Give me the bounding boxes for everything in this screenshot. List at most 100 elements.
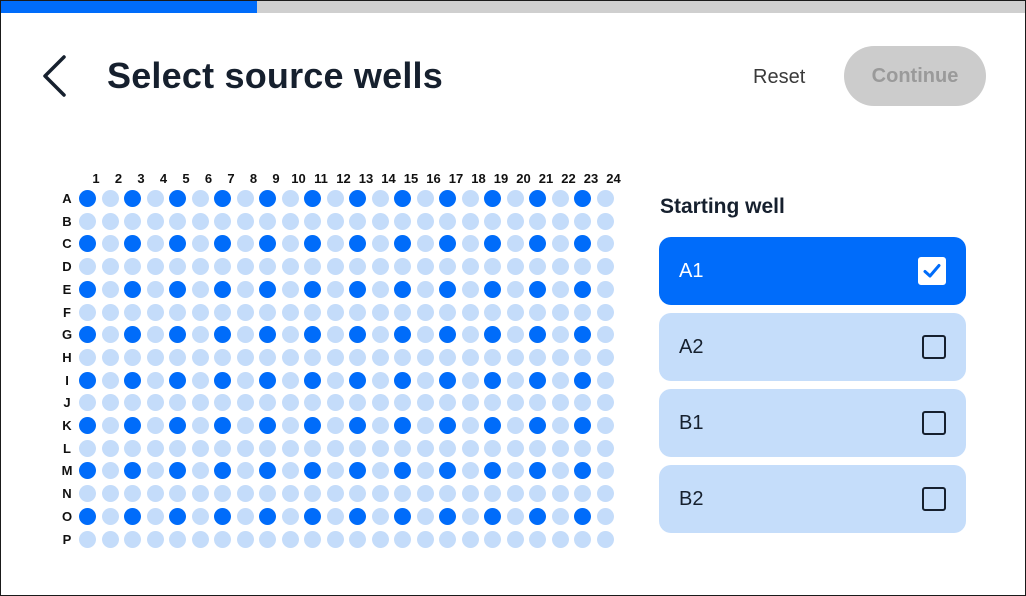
well-L22[interactable] [551, 439, 569, 457]
well-E9[interactable] [259, 280, 276, 298]
starting-well-option[interactable]: A2 [659, 313, 966, 381]
well-K12[interactable] [326, 417, 344, 434]
starting-well-option[interactable]: B1 [659, 389, 966, 457]
well-O14[interactable] [371, 507, 389, 525]
well-A24[interactable] [596, 190, 614, 207]
well-E3[interactable] [124, 280, 141, 298]
well-G1[interactable] [79, 326, 96, 344]
well-H3[interactable] [124, 348, 141, 366]
well-N5[interactable] [169, 485, 186, 503]
well-G13[interactable] [349, 326, 366, 344]
well-E14[interactable] [371, 280, 389, 298]
well-B13[interactable] [349, 212, 366, 230]
well-P2[interactable] [101, 530, 119, 548]
well-K19[interactable] [484, 417, 501, 434]
well-K3[interactable] [124, 417, 141, 434]
well-H10[interactable] [281, 348, 299, 366]
well-O22[interactable] [551, 507, 569, 525]
well-P19[interactable] [484, 530, 501, 548]
starting-well-option[interactable]: B2 [659, 465, 966, 533]
well-P20[interactable] [506, 530, 524, 548]
well-A23[interactable] [574, 190, 591, 207]
well-L5[interactable] [169, 439, 186, 457]
well-H4[interactable] [146, 348, 164, 366]
well-I7[interactable] [214, 371, 231, 389]
well-B22[interactable] [551, 212, 569, 230]
well-A7[interactable] [214, 190, 231, 207]
well-N10[interactable] [281, 485, 299, 503]
well-C8[interactable] [236, 235, 254, 253]
well-B12[interactable] [326, 212, 344, 230]
well-E6[interactable] [191, 280, 209, 298]
well-O5[interactable] [169, 507, 186, 525]
well-K1[interactable] [79, 417, 96, 434]
well-O15[interactable] [394, 507, 411, 525]
well-D3[interactable] [124, 258, 141, 276]
well-K17[interactable] [439, 417, 456, 434]
well-J14[interactable] [371, 394, 389, 412]
well-N19[interactable] [484, 485, 501, 503]
well-G24[interactable] [596, 326, 614, 344]
well-M11[interactable] [304, 462, 321, 480]
well-O21[interactable] [529, 507, 546, 525]
well-O3[interactable] [124, 507, 141, 525]
well-N20[interactable] [506, 485, 524, 503]
well-N4[interactable] [146, 485, 164, 503]
back-button[interactable] [31, 51, 77, 101]
well-G15[interactable] [394, 326, 411, 344]
well-C11[interactable] [304, 235, 321, 253]
well-B15[interactable] [394, 212, 411, 230]
well-M7[interactable] [214, 462, 231, 480]
well-P5[interactable] [169, 530, 186, 548]
well-M10[interactable] [281, 462, 299, 480]
well-H11[interactable] [304, 348, 321, 366]
well-A6[interactable] [191, 190, 209, 207]
well-J23[interactable] [574, 394, 591, 412]
well-F6[interactable] [191, 303, 209, 321]
well-N9[interactable] [259, 485, 276, 503]
well-M19[interactable] [484, 462, 501, 480]
well-I12[interactable] [326, 371, 344, 389]
well-B2[interactable] [101, 212, 119, 230]
well-B17[interactable] [439, 212, 456, 230]
well-F16[interactable] [416, 303, 434, 321]
well-A4[interactable] [146, 190, 164, 207]
well-O13[interactable] [349, 507, 366, 525]
well-B10[interactable] [281, 212, 299, 230]
well-J1[interactable] [79, 394, 96, 412]
well-J12[interactable] [326, 394, 344, 412]
well-F19[interactable] [484, 303, 501, 321]
well-A10[interactable] [281, 190, 299, 207]
well-L13[interactable] [349, 439, 366, 457]
well-P12[interactable] [326, 530, 344, 548]
well-N18[interactable] [461, 485, 479, 503]
well-H5[interactable] [169, 348, 186, 366]
well-E5[interactable] [169, 280, 186, 298]
well-D15[interactable] [394, 258, 411, 276]
well-N2[interactable] [101, 485, 119, 503]
well-I22[interactable] [551, 371, 569, 389]
well-P15[interactable] [394, 530, 411, 548]
well-K18[interactable] [461, 417, 479, 434]
well-H24[interactable] [596, 348, 614, 366]
well-L10[interactable] [281, 439, 299, 457]
well-L16[interactable] [416, 439, 434, 457]
well-K10[interactable] [281, 417, 299, 434]
well-B24[interactable] [596, 212, 614, 230]
well-N15[interactable] [394, 485, 411, 503]
well-P14[interactable] [371, 530, 389, 548]
well-M22[interactable] [551, 462, 569, 480]
well-P16[interactable] [416, 530, 434, 548]
well-F15[interactable] [394, 303, 411, 321]
well-C23[interactable] [574, 235, 591, 253]
well-G18[interactable] [461, 326, 479, 344]
well-L24[interactable] [596, 439, 614, 457]
continue-button[interactable]: Continue [844, 46, 986, 106]
well-K6[interactable] [191, 417, 209, 434]
well-H14[interactable] [371, 348, 389, 366]
well-F7[interactable] [214, 303, 231, 321]
well-J7[interactable] [214, 394, 231, 412]
well-P10[interactable] [281, 530, 299, 548]
checkbox[interactable] [922, 411, 946, 435]
well-A9[interactable] [259, 190, 276, 207]
